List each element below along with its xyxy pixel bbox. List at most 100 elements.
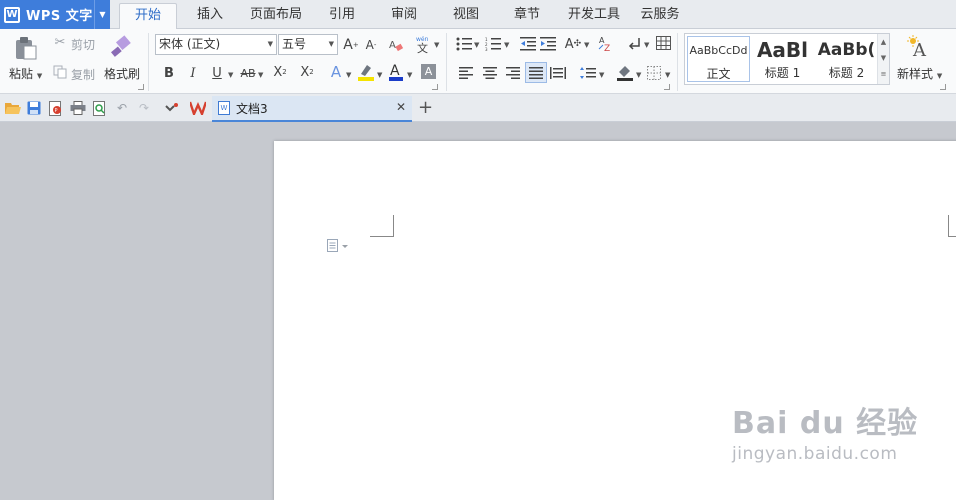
shrink-font-icon[interactable]: A- — [363, 36, 379, 54]
table-icon[interactable] — [655, 35, 671, 51]
pinyin-guide-icon[interactable]: wén 文 — [414, 34, 432, 54]
borders-icon[interactable] — [646, 66, 662, 80]
align-right-icon[interactable] — [505, 66, 521, 80]
menu-bar: W WPS 文字 ▼ 开始 插入 页面布局 引用 审阅 视图 章节 开发工具 云… — [0, 0, 956, 30]
style-heading-1[interactable]: AaBl 标题 1 — [751, 36, 814, 82]
styles-scrollbar[interactable]: ▲ ▼ ≡ — [877, 34, 889, 84]
font-launcher-icon[interactable] — [432, 84, 438, 90]
tab-references[interactable]: 引用 — [318, 0, 366, 29]
strikethrough-icon[interactable]: AB — [239, 65, 257, 81]
line-spacing-icon[interactable] — [580, 66, 596, 80]
styles-scroll-down-icon[interactable]: ▼ — [878, 50, 889, 66]
format-painter-icon[interactable] — [110, 35, 134, 59]
numbered-list-dropdown-icon[interactable]: ▼ — [504, 41, 509, 49]
tab-insert[interactable]: 插入 — [186, 0, 234, 29]
app-menu-button[interactable]: W WPS 文字 ▼ — [0, 0, 110, 29]
clipboard-launcher-icon[interactable] — [138, 84, 144, 90]
tab-cloud-service[interactable]: 云服务 — [636, 0, 684, 29]
document-tab[interactable]: W 文档3 ✕ — [212, 96, 412, 122]
pinyin-dropdown-icon[interactable]: ▼ — [434, 41, 439, 49]
tab-start[interactable]: 开始 — [119, 3, 177, 30]
highlight-icon[interactable] — [357, 62, 375, 82]
borders-dropdown-icon[interactable]: ▼ — [665, 71, 670, 79]
new-style-button[interactable]: 新样式 ▼ — [897, 65, 942, 82]
paste-icon[interactable] — [12, 35, 40, 61]
redo-icon[interactable]: ↷ — [136, 100, 152, 116]
underline-icon[interactable]: U — [210, 65, 224, 81]
style-heading-2[interactable]: AaBb( 标题 2 — [815, 36, 878, 82]
bullet-list-icon[interactable] — [456, 36, 472, 52]
text-effect-dropdown-icon[interactable]: ▼ — [346, 71, 351, 79]
show-hide-marks-icon[interactable] — [626, 35, 642, 53]
copy-icon[interactable] — [52, 64, 68, 80]
chinese-layout-icon[interactable]: AZ — [598, 35, 614, 53]
customize-toolbar-icon[interactable] — [164, 100, 180, 116]
underline-dropdown-icon[interactable]: ▼ — [228, 71, 233, 79]
highlight-dropdown-icon[interactable]: ▼ — [377, 71, 382, 79]
paragraph-options-icon[interactable] — [327, 239, 351, 253]
clear-format-icon[interactable]: A — [388, 36, 404, 54]
char-spacing-icon[interactable]: A ✣ — [564, 35, 582, 53]
document-icon: W — [218, 101, 230, 115]
undo-icon[interactable]: ↶ — [114, 100, 130, 116]
svg-text:A: A — [389, 40, 396, 51]
scissors-icon[interactable]: ✂ — [52, 34, 68, 50]
font-size-select[interactable]: 五号 ▼ — [278, 34, 338, 55]
distributed-align-icon[interactable] — [550, 66, 566, 80]
print-icon[interactable] — [70, 100, 86, 116]
tab-page-layout[interactable]: 页面布局 — [245, 0, 307, 29]
styles-launcher-icon[interactable] — [940, 84, 946, 90]
close-tab-icon[interactable]: ✕ — [396, 100, 406, 114]
align-center-icon[interactable] — [482, 66, 498, 80]
cut-button[interactable]: 剪切 — [71, 36, 95, 53]
new-tab-icon[interactable]: + — [418, 97, 433, 118]
shading-icon[interactable] — [616, 64, 634, 82]
text-effect-icon[interactable]: A — [328, 63, 344, 81]
styles-more-icon[interactable]: ≡ — [878, 66, 889, 82]
paste-button[interactable]: 粘贴 ▼ — [9, 65, 42, 82]
wps-logo-icon: W — [4, 6, 20, 23]
grow-font-icon[interactable]: A + — [343, 36, 359, 54]
line-spacing-dropdown-icon[interactable]: ▼ — [599, 71, 604, 79]
superscript-icon[interactable]: X2 — [272, 64, 288, 80]
bullet-list-dropdown-icon[interactable]: ▼ — [474, 41, 479, 49]
export-pdf-icon[interactable]: P — [48, 100, 64, 116]
font-color-dropdown-icon[interactable]: ▼ — [407, 71, 412, 79]
char-spacing-dropdown-icon[interactable]: ▼ — [584, 41, 589, 49]
baidu-jingyan-watermark: Bai du 经验 jingyan.baidu.com — [732, 398, 918, 464]
increase-indent-icon[interactable] — [540, 36, 556, 52]
tab-chapter[interactable]: 章节 — [503, 0, 551, 29]
font-family-value: 宋体 (正文) — [159, 37, 221, 51]
bold-icon[interactable]: B — [162, 65, 176, 81]
style-normal[interactable]: AaBbCcDd 正文 — [687, 36, 750, 82]
new-style-icon[interactable]: A — [906, 34, 932, 60]
decrease-indent-icon[interactable] — [520, 36, 536, 52]
show-hide-marks-dropdown-icon[interactable]: ▼ — [644, 41, 649, 49]
subscript-icon[interactable]: X2 — [299, 64, 315, 80]
styles-scroll-up-icon[interactable]: ▲ — [878, 34, 889, 50]
svg-text:Z: Z — [604, 44, 610, 53]
align-left-icon[interactable] — [458, 66, 474, 80]
app-menu-dropdown-icon[interactable]: ▼ — [94, 0, 110, 29]
font-color-icon[interactable]: A — [388, 62, 404, 82]
save-icon[interactable] — [26, 100, 42, 116]
justify-icon[interactable] — [525, 62, 547, 83]
tab-view[interactable]: 视图 — [442, 0, 490, 29]
paragraph-launcher-icon[interactable] — [664, 84, 670, 90]
numbered-list-icon[interactable]: 123 — [485, 36, 501, 52]
print-preview-icon[interactable] — [92, 100, 108, 116]
strikethrough-dropdown-icon[interactable]: ▼ — [258, 71, 263, 79]
font-family-select[interactable]: 宋体 (正文) ▼ — [155, 34, 277, 55]
format-painter-button[interactable]: 格式刷 — [104, 65, 140, 82]
shading-dropdown-icon[interactable]: ▼ — [636, 71, 641, 79]
copy-button[interactable]: 复制 — [71, 66, 95, 83]
style-heading-2-label: 标题 2 — [828, 66, 865, 80]
tab-review[interactable]: 审阅 — [380, 0, 428, 29]
style-heading-2-sample: AaBb( — [817, 40, 876, 60]
top-left-margin-mark — [370, 215, 394, 237]
open-folder-icon[interactable] — [5, 100, 21, 116]
wps-office-icon[interactable] — [190, 100, 206, 116]
italic-icon[interactable]: I — [186, 65, 200, 81]
tab-developer[interactable]: 开发工具 — [562, 0, 626, 29]
character-shading-icon[interactable]: A — [421, 64, 436, 79]
